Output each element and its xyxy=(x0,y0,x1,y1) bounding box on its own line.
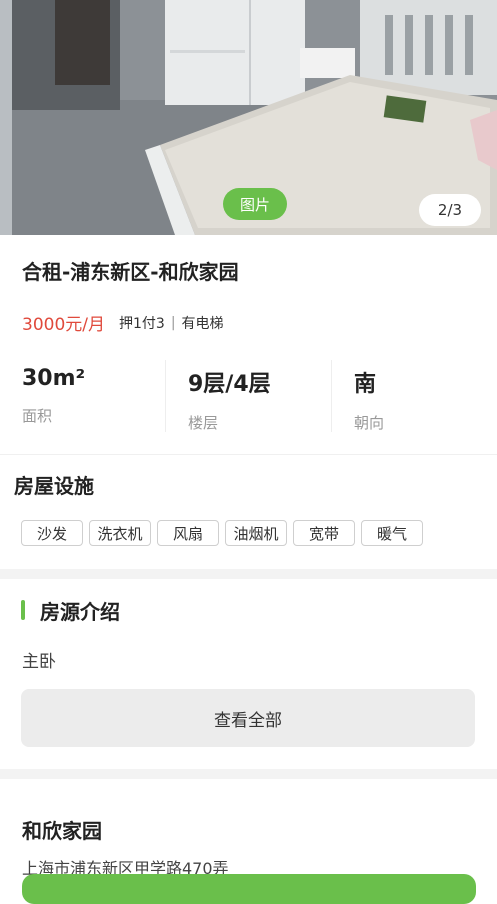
facilities-title: 房屋设施 xyxy=(14,474,94,498)
stat-value: 南 xyxy=(354,372,377,397)
intro-title: 房源介绍 xyxy=(40,600,120,624)
facility-tag: 暖气 xyxy=(361,520,423,546)
facility-tag: 宽带 xyxy=(293,520,355,546)
elevator-info: 有电梯 xyxy=(181,315,224,332)
stat-label: 楼层 xyxy=(188,414,219,432)
stat-floor: 9层/4层 楼层 xyxy=(165,360,331,432)
stat-value: 30m² xyxy=(22,366,86,391)
stat-label: 朝向 xyxy=(354,414,385,432)
stat-orientation: 南 朝向 xyxy=(331,360,497,432)
photo-type-tag[interactable]: 图片 xyxy=(223,188,287,220)
deposit-terms: 押1付3 xyxy=(119,315,165,332)
listing-photo[interactable]: 图片 2/3 xyxy=(0,0,497,235)
stat-label: 面积 xyxy=(22,407,53,425)
stat-area: 30m² 面积 xyxy=(0,360,165,432)
section-accent-bar xyxy=(21,600,25,620)
bottom-action-button[interactable] xyxy=(22,874,476,904)
estate-name: 和欣家园 xyxy=(22,819,102,843)
separator: | xyxy=(170,314,176,331)
section-divider xyxy=(0,769,497,779)
facilities-list: 沙发 洗衣机 风扇 油烟机 宽带 暖气 xyxy=(21,520,423,546)
listing-title: 合租-浦东新区-和欣家园 xyxy=(22,260,239,284)
divider xyxy=(0,454,497,455)
facility-tag: 洗衣机 xyxy=(89,520,151,546)
photo-counter: 2/3 xyxy=(419,194,481,226)
section-divider xyxy=(0,569,497,579)
facility-tag: 油烟机 xyxy=(225,520,287,546)
facility-tag: 沙发 xyxy=(21,520,83,546)
stats-row: 30m² 面积 9层/4层 楼层 南 朝向 xyxy=(0,360,497,432)
price: 3000元/月 xyxy=(22,315,105,335)
intro-text: 主卧 xyxy=(22,652,56,672)
stat-value: 9层/4层 xyxy=(188,372,271,397)
facility-tag: 风扇 xyxy=(157,520,219,546)
view-all-button[interactable]: 查看全部 xyxy=(21,689,475,747)
price-row: 3000元/月 押1付3 | 有电梯 xyxy=(22,310,224,336)
